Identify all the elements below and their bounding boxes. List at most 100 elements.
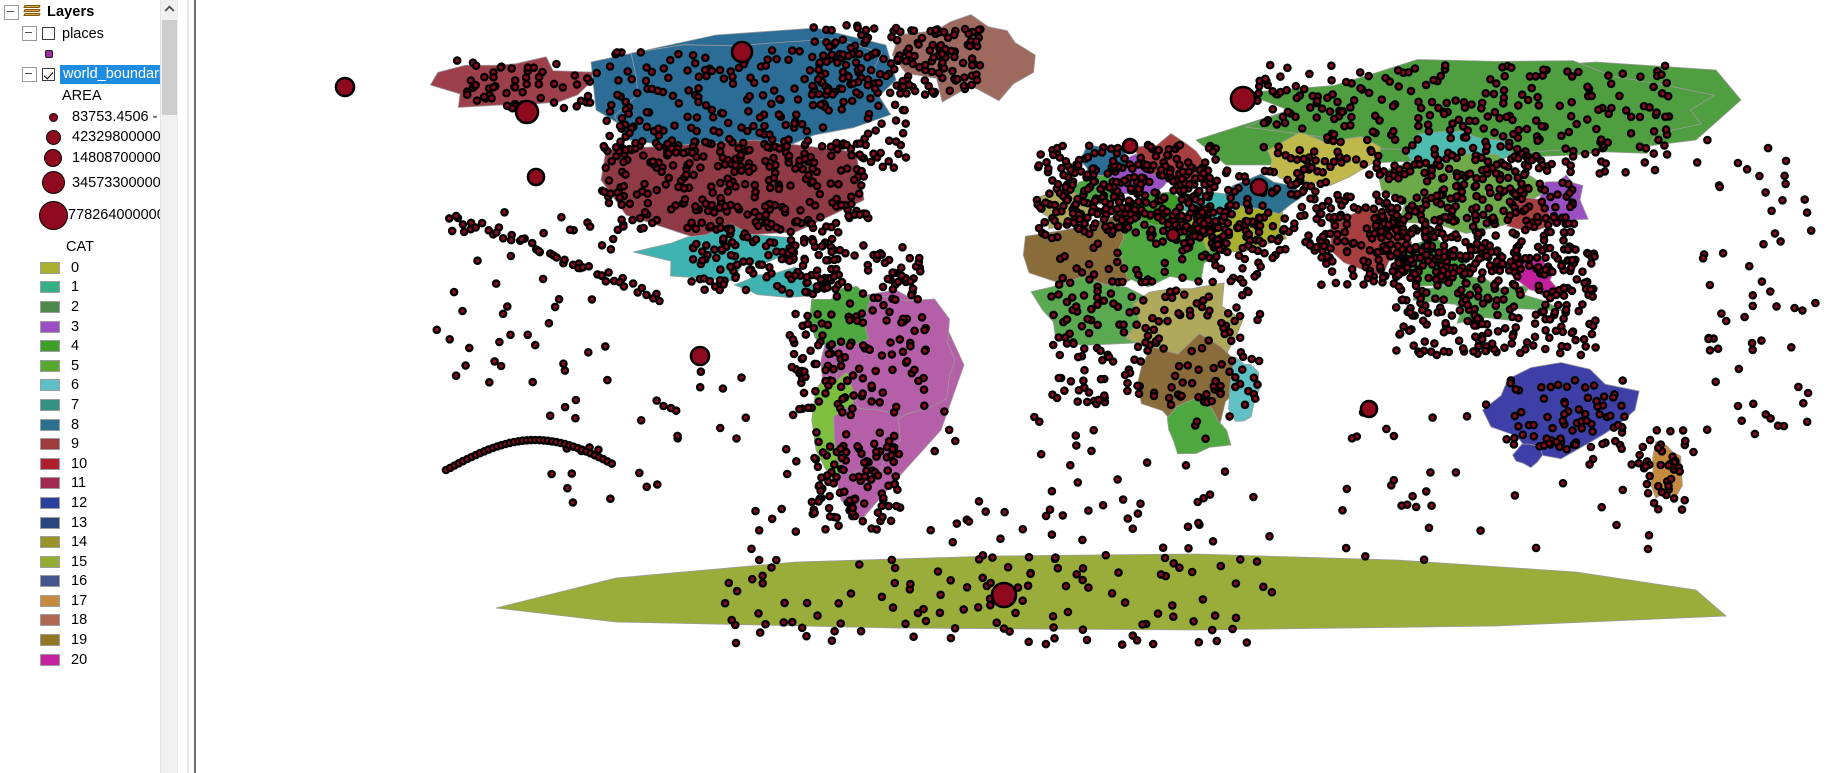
place-marker (758, 571, 767, 581)
graduated-marker-australia (1359, 399, 1379, 419)
place-marker (1227, 209, 1236, 219)
legend-item-cat-15[interactable]: 15 (0, 552, 178, 572)
place-marker (920, 346, 930, 356)
legend-item-cat-1[interactable]: 1 (0, 278, 178, 298)
legend-item-cat-12[interactable]: 12 (0, 493, 178, 513)
layer-visibility-checkbox-world-boundaries[interactable] (42, 68, 55, 81)
legend-item-cat-18[interactable]: 18 (0, 611, 178, 631)
legend-item-area-3[interactable]: 3457330000000 (0, 168, 178, 197)
panel-splitter-handle[interactable] (187, 0, 196, 773)
place-marker (1169, 559, 1179, 568)
place-marker (1509, 129, 1518, 139)
place-marker (1174, 308, 1183, 318)
scroll-up-button[interactable] (161, 0, 178, 18)
place-marker (1559, 284, 1569, 293)
place-marker (627, 74, 637, 84)
scrollbar-thumb[interactable] (162, 20, 177, 115)
place-marker (1324, 196, 1333, 206)
legend-item-cat-8[interactable]: 8 (0, 415, 178, 435)
place-marker (1636, 72, 1645, 81)
place-marker (1626, 128, 1636, 138)
place-marker (1588, 292, 1597, 301)
place-marker (685, 158, 694, 168)
place-marker (1421, 487, 1431, 496)
place-marker (1440, 252, 1449, 262)
place-marker (730, 167, 739, 177)
layers-panel-scrollbar[interactable] (160, 0, 178, 773)
place-marker (1058, 511, 1068, 520)
legend-item-area-0[interactable]: 83753.4506 - 42 (0, 107, 178, 127)
legend-item-area-4[interactable]: 7782640000000 (0, 197, 178, 233)
place-marker (1512, 245, 1521, 255)
legend-item-cat-2[interactable]: 2 (0, 297, 178, 317)
place-marker (1123, 378, 1132, 388)
place-marker (1567, 328, 1577, 338)
place-marker (1130, 205, 1140, 214)
place-marker (1134, 270, 1143, 280)
layer-row-world-boundaries[interactable]: world_boundaries (0, 64, 178, 85)
place-marker (1113, 475, 1122, 484)
legend-item-cat-17[interactable]: 17 (0, 591, 178, 611)
map-canvas[interactable] (196, 0, 1836, 773)
layer-row-places[interactable]: places (0, 23, 178, 44)
layers-tree[interactable]: Layers places world_boundaries AREA 8375… (0, 0, 178, 773)
place-marker (1204, 292, 1214, 302)
legend-item-cat-13[interactable]: 13 (0, 513, 178, 533)
place-marker (725, 179, 735, 189)
place-marker (854, 189, 864, 198)
legend-item-cat-9[interactable]: 9 (0, 434, 178, 454)
legend-item-cat-3[interactable]: 3 (0, 317, 178, 337)
layers-root-row[interactable]: Layers (0, 1, 178, 23)
legend-item-area-2[interactable]: 1480870000000 (0, 147, 178, 168)
legend-item-cat-0[interactable]: 0 (0, 258, 178, 278)
place-marker (1609, 393, 1618, 402)
place-marker (1556, 348, 1565, 358)
legend-item-cat-6[interactable]: 6 (0, 376, 178, 396)
place-marker (861, 35, 871, 45)
place-marker (801, 330, 811, 339)
place-marker (1561, 157, 1571, 166)
place-marker (545, 411, 555, 421)
legend-item-cat-11[interactable]: 11 (0, 474, 178, 494)
place-marker (1702, 425, 1712, 435)
expand-collapse-toggle-root[interactable] (4, 4, 19, 20)
legend-item-area-1[interactable]: 4232980000000 (0, 127, 178, 147)
place-marker (636, 48, 646, 57)
expand-collapse-toggle-places[interactable] (22, 26, 37, 41)
place-marker (1120, 598, 1130, 607)
legend-item-cat-7[interactable]: 7 (0, 395, 178, 415)
legend-item-cat-20[interactable]: 20 (0, 650, 178, 670)
place-marker (1055, 350, 1065, 360)
place-marker (1244, 206, 1254, 215)
place-marker (788, 617, 797, 627)
place-marker (1342, 154, 1351, 163)
place-marker (1516, 186, 1526, 195)
expand-collapse-toggle-world-boundaries[interactable] (22, 67, 37, 82)
place-marker (1000, 507, 1009, 517)
place-marker (885, 307, 894, 317)
layer-visibility-checkbox-places[interactable] (42, 27, 55, 40)
place-marker (830, 460, 839, 469)
place-marker (1635, 450, 1644, 460)
place-marker (813, 309, 822, 319)
place-marker (848, 473, 858, 482)
place-marker (1342, 484, 1352, 494)
place-marker (1583, 115, 1592, 124)
place-marker (604, 176, 614, 185)
place-marker (743, 126, 752, 136)
legend-item-cat-5[interactable]: 5 (0, 356, 178, 376)
legend-item-cat-19[interactable]: 19 (0, 630, 178, 650)
place-marker (1411, 242, 1421, 252)
legend-item-cat-14[interactable]: 14 (0, 532, 178, 552)
legend-item-cat-4[interactable]: 4 (0, 336, 178, 356)
place-marker (793, 95, 803, 104)
legend-item-cat-10[interactable]: 10 (0, 454, 178, 474)
place-marker (1184, 544, 1193, 553)
place-marker (1525, 261, 1534, 271)
place-marker (827, 636, 837, 646)
place-marker (613, 90, 622, 100)
place-marker (845, 341, 855, 350)
place-marker (1559, 236, 1568, 245)
legend-item-cat-16[interactable]: 16 (0, 572, 178, 592)
place-marker (1268, 105, 1278, 114)
